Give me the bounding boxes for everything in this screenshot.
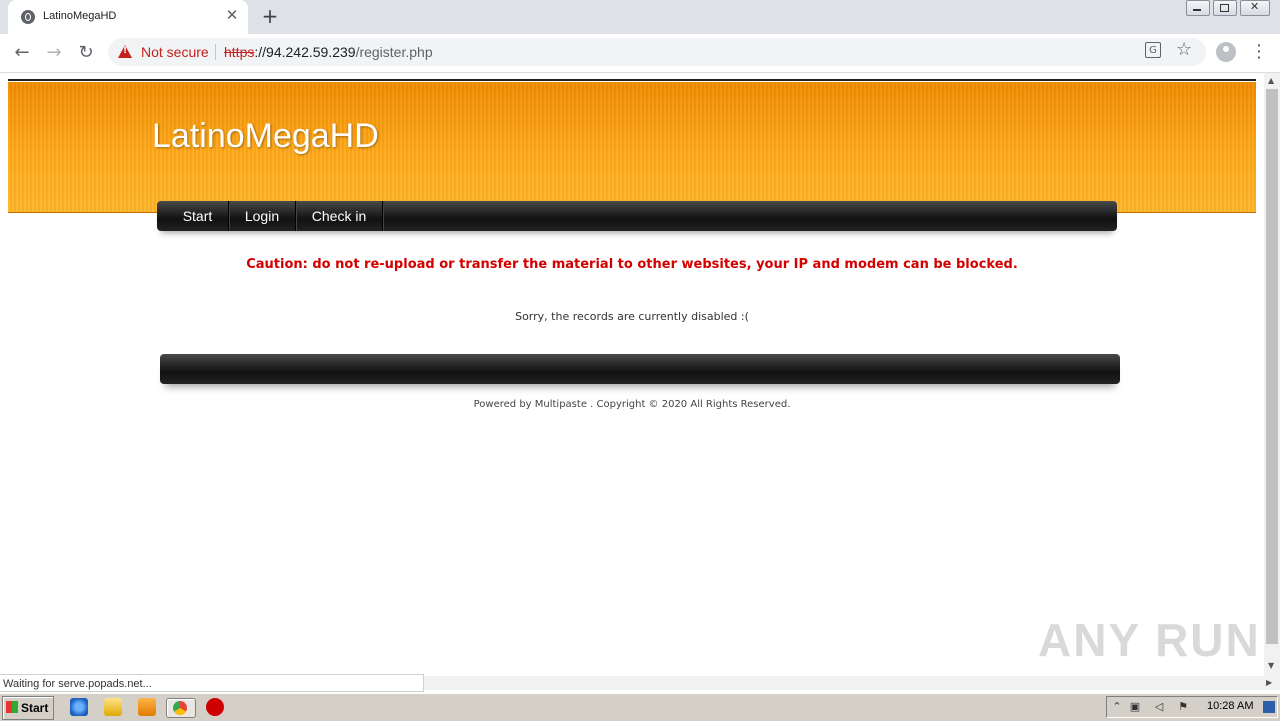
warning-icon xyxy=(118,45,132,58)
chrome-icon xyxy=(173,701,187,715)
url-host: ://94.242.59.239 xyxy=(254,44,356,60)
browser-toolbar: ← → ↻ Not secure https://94.242.59.239/r… xyxy=(0,34,1280,73)
copyright-text: Powered by Multipaste . Copyright © 2020… xyxy=(473,399,791,410)
scroll-up-icon[interactable]: ▲ xyxy=(1268,76,1274,85)
restore-button[interactable] xyxy=(1213,0,1237,16)
nav-check-in[interactable]: Check in xyxy=(296,201,383,231)
divider xyxy=(215,44,216,60)
tray-expand-icon[interactable]: ⌃ xyxy=(1111,701,1123,713)
tab-close-icon[interactable]: ✕ xyxy=(223,6,241,24)
minimize-button[interactable] xyxy=(1186,0,1210,16)
page-viewport: LatinoMegaHD Start Login Check in Cautio… xyxy=(0,73,1264,676)
chrome-taskbar-button[interactable] xyxy=(166,698,196,718)
bookmark-star-icon[interactable]: ☆ xyxy=(1176,39,1192,60)
folder-icon[interactable] xyxy=(104,698,122,716)
forward-arrow-icon[interactable]: → xyxy=(42,41,66,65)
new-tab-button[interactable]: + xyxy=(259,5,281,27)
address-bar[interactable]: Not secure https://94.242.59.239/registe… xyxy=(108,38,1206,66)
windows-logo-icon xyxy=(6,701,18,713)
caution-message: Caution: do not re-upload or transfer th… xyxy=(246,257,1018,272)
scroll-right-icon[interactable]: ▶ xyxy=(1266,678,1272,687)
clock[interactable]: 10:28 AM xyxy=(1207,700,1253,712)
url-path: /register.php xyxy=(355,44,433,60)
back-arrow-icon[interactable]: ← xyxy=(10,41,34,65)
kebab-menu-icon[interactable]: ⋮ xyxy=(1250,41,1268,62)
window-controls xyxy=(1183,0,1270,18)
start-button[interactable]: Start xyxy=(2,696,54,720)
translate-icon[interactable]: G xyxy=(1145,42,1161,58)
url-scheme: https xyxy=(224,44,255,60)
start-label: Start xyxy=(21,701,49,715)
anyrun-watermark: ANY RUN xyxy=(1038,614,1261,666)
tab-strip: LatinoMegaHD ✕ + xyxy=(0,0,1280,34)
scroll-thumb[interactable] xyxy=(1266,89,1278,644)
browser-tab[interactable]: LatinoMegaHD ✕ xyxy=(8,0,248,34)
site-header: LatinoMegaHD xyxy=(8,82,1256,213)
nav-login[interactable]: Login xyxy=(229,201,296,231)
show-desktop-icon[interactable] xyxy=(1263,701,1275,713)
tab-title: LatinoMegaHD xyxy=(43,10,117,22)
nav-start[interactable]: Start xyxy=(167,201,229,231)
site-title[interactable]: LatinoMegaHD xyxy=(152,117,379,156)
internet-explorer-icon[interactable] xyxy=(70,698,88,716)
close-window-button[interactable] xyxy=(1240,0,1270,16)
vertical-scrollbar[interactable]: ▲ ▼ xyxy=(1264,73,1280,676)
volume-icon[interactable]: ◁ xyxy=(1153,701,1165,713)
taskbar: Start ⌃ ▣ ◁ ⚑ 10:28 AM xyxy=(0,693,1280,721)
globe-icon xyxy=(21,10,35,24)
flag-icon[interactable]: ⚑ xyxy=(1177,701,1189,713)
footer-bar xyxy=(160,354,1120,384)
opera-icon[interactable] xyxy=(206,698,224,716)
media-player-icon[interactable] xyxy=(138,698,156,716)
main-nav: Start Login Check in xyxy=(157,201,1117,231)
status-bubble: Waiting for serve.popads.net... xyxy=(0,674,424,692)
top-border xyxy=(8,79,1256,81)
records-disabled-message: Sorry, the records are currently disable… xyxy=(515,310,749,323)
system-tray: ⌃ ▣ ◁ ⚑ 10:28 AM xyxy=(1106,696,1278,718)
network-icon[interactable]: ▣ xyxy=(1129,701,1141,713)
profile-avatar-icon[interactable] xyxy=(1216,42,1236,62)
reload-icon[interactable]: ↻ xyxy=(74,41,98,65)
security-indicator[interactable]: Not secure xyxy=(141,44,209,60)
scroll-down-icon[interactable]: ▼ xyxy=(1268,661,1274,670)
url-text[interactable]: https://94.242.59.239/register.php xyxy=(224,44,433,60)
